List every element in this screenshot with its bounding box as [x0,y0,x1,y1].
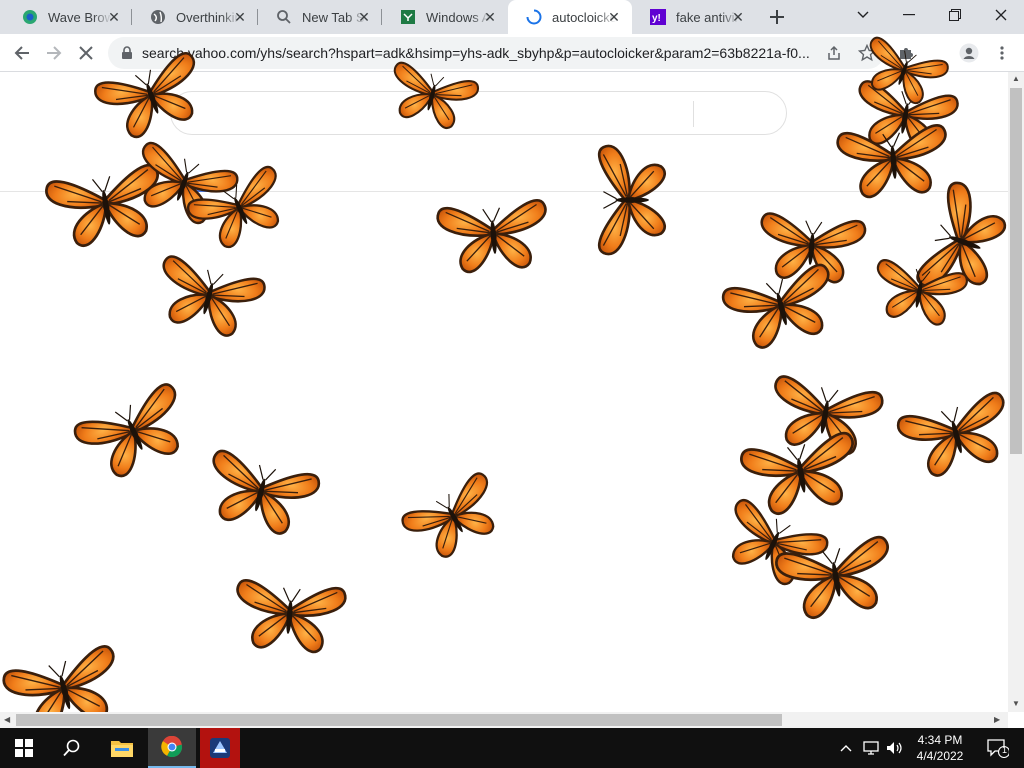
butterfly-image [198,447,323,542]
butterfly-image [435,198,552,276]
butterfly-image [43,162,170,252]
vertical-scroll-thumb[interactable] [1010,88,1022,454]
horizontal-scroll-thumb[interactable] [16,714,782,726]
file-explorer-button[interactable] [98,728,146,768]
butterfly-image [231,578,348,656]
folder-icon [111,741,133,757]
butterfly-image [148,253,268,344]
app-icon [210,738,230,758]
scroll-down-arrow-icon[interactable]: ▼ [1012,699,1020,708]
chrome-icon [161,736,183,758]
scroll-left-arrow-icon[interactable]: ◀ [4,715,10,724]
show-hidden-icons-button[interactable] [836,728,856,768]
volume-button[interactable] [884,728,906,768]
clock-time: 4:34 PM [917,733,963,747]
speaker-icon [887,742,902,754]
butterfly-image [382,60,481,135]
windows-taskbar: 4:34 PM 4/4/2022 1 [0,728,1024,768]
search-icon [63,739,80,757]
taskbar-clock[interactable]: 4:34 PM 4/4/2022 [910,732,970,764]
windows-logo-icon [15,739,33,757]
scroll-up-arrow-icon[interactable]: ▲ [1012,74,1020,83]
chevron-up-icon [840,745,852,752]
butterfly-image [894,389,1008,484]
network-button[interactable] [860,728,882,768]
butterfly-image [91,49,213,147]
start-button[interactable] [0,728,48,768]
butterfly-image [70,380,200,489]
butterfly-image [398,469,512,569]
chrome-taskbar-button[interactable] [148,728,196,768]
butterfly-overlay [0,34,1008,712]
butterfly-image [0,643,130,712]
network-icon [863,741,879,755]
butterfly-image [738,430,865,520]
app-taskbar-button[interactable] [200,728,240,768]
scroll-right-arrow-icon[interactable]: ▶ [994,715,1000,724]
notification-count-badge: 1 [1002,745,1008,755]
action-center-button[interactable]: 1 [978,728,1018,768]
butterfly-image [597,144,667,256]
clock-date: 4/4/2022 [916,749,964,763]
butterfly-image [868,257,970,330]
search-button[interactable] [48,728,96,768]
